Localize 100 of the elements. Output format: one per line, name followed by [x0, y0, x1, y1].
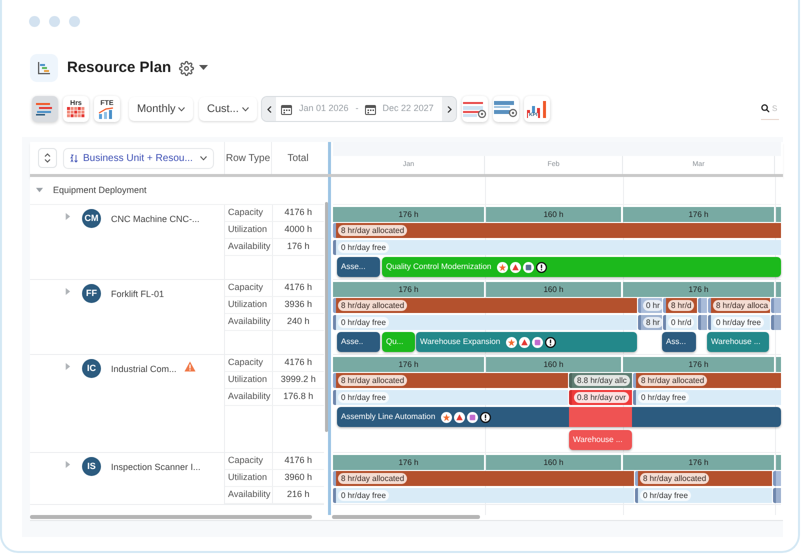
caret-right-icon[interactable] — [64, 363, 71, 370]
star-icon — [497, 262, 508, 272]
avatar: CM — [82, 209, 101, 228]
square-icon — [523, 262, 534, 272]
project-bar[interactable]: Ass... — [662, 332, 696, 352]
capacity-bar — [776, 207, 781, 222]
capacity-bar: 176 h — [623, 455, 774, 470]
triangle-icon — [510, 262, 522, 272]
caret-right-icon[interactable] — [64, 213, 71, 220]
star-icon — [441, 412, 452, 422]
caret-right-icon[interactable] — [64, 461, 71, 468]
page-title: Resource Plan — [67, 58, 172, 78]
tool-button[interactable] — [462, 96, 488, 122]
alert-icon — [536, 262, 548, 272]
bar-label: 0 hr/day free — [338, 490, 389, 501]
bars-settings-icon — [494, 100, 518, 118]
bar-label: 8 hr/d — [668, 300, 694, 311]
avatar: IS — [82, 457, 101, 476]
calendar-icon — [281, 104, 292, 114]
bar-label: 0.8 hr/day ovr — [574, 392, 629, 403]
sort-button[interactable] — [38, 148, 57, 168]
total-cell: 176.8 h — [272, 389, 324, 405]
bar-label: 0 hr/day free — [713, 317, 764, 328]
heatmap-icon — [67, 107, 85, 118]
row-type-cell-text: Capacity — [227, 281, 264, 294]
bar-label: 8 hr/day allocated — [338, 375, 408, 386]
previous-button[interactable] — [262, 97, 276, 121]
capacity-bar: 176 h — [333, 455, 484, 470]
search-icon — [761, 104, 770, 113]
row-type-cell-text: Availability — [227, 390, 272, 404]
search-input[interactable]: S — [772, 102, 779, 114]
bar-label: 0 hr/day free — [338, 317, 389, 328]
capacity-bar — [776, 455, 781, 470]
caret-down-icon[interactable] — [199, 65, 208, 71]
bar-label: 0 hr/day free — [338, 392, 389, 403]
bar-label: 8 hr/day allocated — [338, 473, 408, 484]
row-type-cell-text: Utilization — [227, 223, 268, 236]
column-header: Row Type — [224, 142, 271, 174]
next-button[interactable] — [442, 97, 456, 121]
settings-icon[interactable] — [179, 60, 194, 76]
bar-label: 0 hr/day free — [338, 242, 389, 253]
project-bar[interactable]: Asse... — [337, 257, 380, 277]
capacity-bar — [776, 357, 781, 372]
vertical-scrollbar[interactable] — [325, 202, 328, 432]
capacity-bar: 160 h — [486, 455, 621, 470]
chevron-down-icon — [178, 106, 185, 112]
horizontal-scrollbar[interactable] — [30, 515, 312, 519]
project-bar[interactable]: Assembly Line Automation — [337, 407, 781, 427]
bar-label: 0 hr — [643, 300, 662, 311]
view-button[interactable] — [32, 96, 58, 122]
total-cell: 4176 h — [272, 355, 324, 371]
star-icon — [506, 336, 518, 348]
calendar-icon — [364, 104, 376, 114]
resource-name: CNC Machine CNC-... — [111, 213, 200, 226]
chart-icon — [98, 106, 116, 118]
row-type-cell-text: Capacity — [227, 206, 264, 220]
row-type-cell-text: Availability — [227, 315, 272, 328]
capacity-bar: 176 h — [333, 207, 484, 222]
bar-label: 0 hr/day free — [640, 490, 691, 501]
preset-dropdown[interactable]: Cust... — [199, 97, 257, 121]
chevron-right-icon — [446, 106, 452, 112]
project-bar[interactable]: Warehouse ... — [707, 332, 769, 352]
scale-dropdown[interactable]: Monthly — [129, 97, 193, 121]
capacity-bar — [776, 282, 781, 297]
total-cell: 4176 h — [272, 280, 324, 296]
project-bar[interactable]: Warehouse Expansion — [416, 332, 637, 352]
total-cell: 3960 h — [272, 470, 324, 486]
row-type-cell-text: Availability — [227, 488, 272, 502]
app-logo — [30, 54, 58, 82]
horizontal-scrollbar[interactable] — [332, 515, 480, 519]
total-cell: 4000 h — [272, 222, 324, 238]
search-field[interactable]: S — [761, 98, 779, 120]
capacity-bar: 160 h — [486, 207, 621, 222]
resource-name: Inspection Scanner I... — [111, 461, 201, 474]
total-cell: 4176 h — [272, 205, 324, 221]
capacity-bar: 176 h — [623, 207, 774, 222]
bar-label: 0 hr/d — [668, 317, 694, 328]
row-type-cell-text: Utilization — [227, 373, 268, 386]
project-bar[interactable]: Asse.. — [337, 332, 380, 352]
avatar: FF — [82, 284, 101, 303]
capacity-bar: 160 h — [486, 357, 621, 372]
bar-label: 8 hr — [643, 317, 662, 328]
row-type-cell-text: Utilization — [227, 298, 268, 312]
row-type-cell-text: Utilization — [227, 471, 268, 484]
chevron-left-icon — [266, 106, 272, 112]
total-cell: 216 h — [272, 487, 324, 503]
capacity-bar: 176 h — [333, 357, 484, 372]
row-type-cell-text: Availability — [227, 240, 272, 254]
chevron-down-icon — [200, 156, 207, 160]
triangle-icon — [454, 412, 466, 422]
bar-label: 8 hr/day alloca — [713, 300, 770, 311]
caret-right-icon[interactable] — [64, 288, 71, 295]
capacity-bar: 176 h — [623, 282, 774, 297]
total-cell: 176 h — [272, 239, 324, 255]
capacity-bar: 176 h — [623, 357, 774, 372]
resource-name: Forklift FL-01 — [111, 288, 164, 301]
tool-button[interactable] — [493, 96, 519, 122]
square-icon — [532, 336, 544, 348]
row-type-cell-text: Capacity — [227, 356, 264, 370]
grouping-dropdown[interactable]: Business Unit + Resou... — [63, 148, 214, 168]
